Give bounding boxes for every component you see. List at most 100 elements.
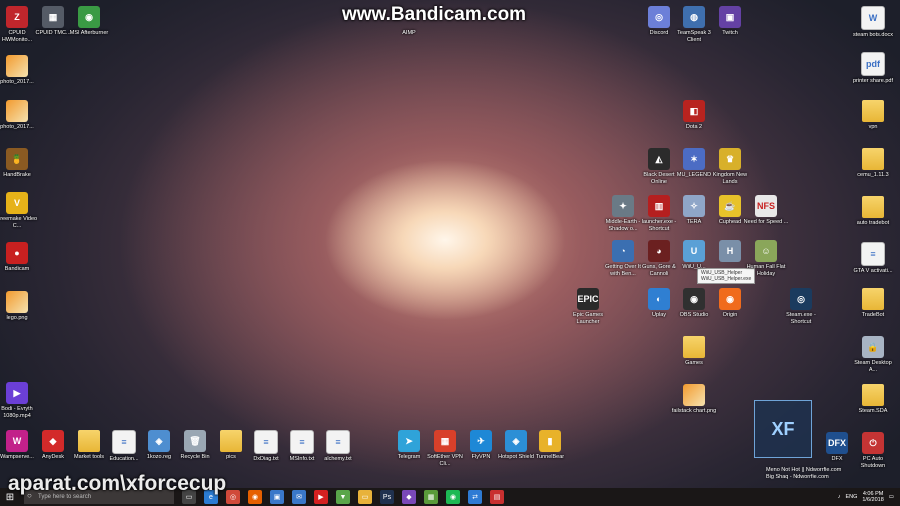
desktop-icon-label: cemu_1.11.3 <box>857 172 889 178</box>
photoshop-icon[interactable]: Ps <box>380 490 394 504</box>
printer-share-pdf-icon: pdf <box>861 52 885 76</box>
desktop-icon-tradebot[interactable]: TradeBot <box>853 288 893 319</box>
bandicam-watermark: www.Bandicam.com <box>342 4 527 25</box>
recycle-bin-icon: 🗑 <box>184 430 206 452</box>
tradebot-icon <box>862 288 884 310</box>
desktop-icon-label: Freemake Video C... <box>0 216 38 229</box>
desktop-icon-msi-afterburner[interactable]: ◉ MSI Afterburner <box>69 6 109 37</box>
speaker-icon[interactable]: ♪ <box>838 494 841 500</box>
desktop-icon-alchemy-txt[interactable]: ≡ alchemy.txt <box>318 430 358 463</box>
desktop-icon-aimp[interactable]: AIMP <box>389 6 429 37</box>
desktop-icon-photo-2017[interactable]: photo_2017... <box>0 55 37 86</box>
firefox-icon[interactable]: ◉ <box>248 490 262 504</box>
desktop-icon-label: Steam.SDA <box>858 408 888 414</box>
desktop-icon-softether-vpn-cli[interactable]: ▦ SoftEther VPN Cli... <box>425 430 465 468</box>
desktop-icon-gta-v-activati[interactable]: ≡ GTA V activati... <box>853 242 893 275</box>
youtube-icon[interactable]: ▶ <box>314 490 328 504</box>
desktop-icon-label: Bandicam <box>4 266 30 272</box>
desktop-icon-wiiu-u[interactable]: U WiiU_U... <box>674 240 714 271</box>
desktop-icon-label: Need for Speed ... <box>743 219 789 225</box>
desktop-icon-h[interactable]: H <box>710 240 750 264</box>
wampserve-icon: W <box>6 430 28 452</box>
desktop-icon-kingdom-new-lands[interactable]: ♛ Kingdom New Lands <box>710 148 750 186</box>
teamviewer-icon[interactable]: ⇄ <box>468 490 482 504</box>
steam-bots-docx-icon: W <box>861 6 885 30</box>
aimp-icon <box>398 6 420 28</box>
desktop-icon-label: HandBrake <box>3 172 31 178</box>
desktop-icon-handbrake[interactable]: 🍍 HandBrake <box>0 148 37 179</box>
desktop-icon-label: Kingdom New Lands <box>712 172 748 185</box>
black-desert-online-icon: ◭ <box>648 148 670 170</box>
store-icon[interactable]: ▣ <box>270 490 284 504</box>
desktop-icon-pc-auto-shutdown[interactable]: ⏻ PC Auto Shutdown <box>853 432 893 470</box>
failstack-chart-png-icon <box>683 384 705 406</box>
discord-icon: ◎ <box>648 6 670 28</box>
desktop-icon-vpn[interactable]: vpn <box>853 100 893 131</box>
desktop-icon-human-fall-flat-holiday[interactable]: ☺ Human Fall Flat Holiday <box>746 240 786 278</box>
desktop-icon-cpuid-hwmonito[interactable]: Z CPUID HWMonito... <box>0 6 37 44</box>
mail-icon[interactable]: ✉ <box>292 490 306 504</box>
spotify-icon[interactable]: ◉ <box>446 490 460 504</box>
desktop-icon-games[interactable]: Games <box>674 336 714 367</box>
desktop-icon-black-desert-online[interactable]: ◭ Black Desert Online <box>639 148 679 186</box>
desktop-icon-steam-bots-docx[interactable]: Wsteam bots.docx <box>853 6 893 39</box>
desktop-icon-auto-tradebot[interactable]: auto tradebot <box>853 196 893 227</box>
uplay-icon: ◐ <box>648 288 670 310</box>
obs-studio-icon: ◉ <box>683 288 705 310</box>
chrome-icon[interactable]: ◎ <box>226 490 240 504</box>
desktop-icon-freemake-video-c[interactable]: V Freemake Video C... <box>0 192 37 230</box>
desktop-icon-label: PC Auto Shutdown <box>860 456 886 469</box>
explorer-icon[interactable]: ▭ <box>358 490 372 504</box>
language-indicator[interactable]: ENG <box>845 494 857 500</box>
market-tools-icon <box>78 430 100 452</box>
desktop-icon-label: steam bots.docx <box>852 32 894 38</box>
desktop-icon-dota-2[interactable]: ◧ Dota 2 <box>674 100 714 131</box>
media-notification: Meno Not Hot || Ndworrfie.com Big Shaq -… <box>766 467 841 481</box>
desktop-icon-failstack-chart-png[interactable]: failstack chart.png <box>672 384 716 415</box>
alchemy-txt-icon: ≡ <box>326 430 350 454</box>
desktop-icon-steam-exe-shortcut[interactable]: ◎ Steam.exe - Shortcut <box>781 288 821 326</box>
desktop-icon-bandicam[interactable]: ● Bandicam <box>0 242 37 273</box>
desktop-icon-label: photo_2017... <box>0 79 34 85</box>
desktop-icon-label: Games <box>685 360 703 366</box>
gta-v-activati-icon: ≡ <box>861 242 885 266</box>
desktop-icon-tunnelbear[interactable]: ▮ TunnelBear <box>530 430 570 461</box>
pc-auto-shutdown-icon: ⏻ <box>862 432 884 454</box>
clock[interactable]: 4:06 PM 1/6/2018 <box>862 491 883 503</box>
desktop-icon-label: Origin <box>722 312 738 318</box>
dxdiag-txt-icon: ≡ <box>254 430 278 454</box>
desktop-icon-guns-gore-cannoli[interactable]: ◕ Guns, Gore & Cannoli <box>639 240 679 278</box>
human-fall-flat-holiday-icon: ☺ <box>755 240 777 262</box>
desktop-icon-printer-share-pdf[interactable]: pdf printer share.pdf <box>853 52 893 85</box>
notification-center-icon[interactable]: ▭ <box>889 494 894 500</box>
pdf-icon[interactable]: ▤ <box>490 490 504 504</box>
guns-gore-cannoli-icon: ◕ <box>648 240 670 262</box>
education-icon: ≡ <box>112 430 136 454</box>
desktop-icon-label: TunnelBear <box>535 454 565 460</box>
desktop-icon-photo-2017[interactable]: photo_2017... <box>0 100 37 131</box>
desktop-icon-need-for-speed[interactable]: NFS Need for Speed ... <box>743 195 789 226</box>
vs-icon[interactable]: ◆ <box>402 490 416 504</box>
desktop-icon-origin[interactable]: ◉ Origin <box>710 288 750 319</box>
desktop-icon-teamspeak-3-client[interactable]: ◍ TeamSpeak 3 Client <box>674 6 714 44</box>
desktop-icon-launcher-exe-shortcut[interactable]: ▥ launcher.exe - Shortcut <box>639 195 679 233</box>
handbrake-icon: 🍍 <box>6 148 28 170</box>
desktop-icon-label: Steam.exe - Shortcut <box>786 312 816 325</box>
desktop-icon-label: WiiU_U... <box>682 264 706 270</box>
desktop-icon-twitch[interactable]: ▣ Twitch <box>710 6 750 37</box>
epic-games-launcher-icon: EPIC <box>577 288 599 310</box>
need-for-speed-icon: NFS <box>755 195 777 217</box>
h-icon: H <box>719 240 741 262</box>
clock-date: 1/6/2018 <box>862 497 884 503</box>
desktop-icon-steam-sda[interactable]: Steam.SDA <box>853 384 893 415</box>
dfx-icon: DFX <box>826 432 848 454</box>
desktop-icon-steam-desktop-a[interactable]: 🔒 Steam Desktop A... <box>853 336 893 374</box>
cuphead-icon: ☕ <box>719 195 741 217</box>
cpuid-tmc-icon: ▦ <box>42 6 64 28</box>
desktop-icon-cemu-1-11-3[interactable]: cemu_1.11.3 <box>853 148 893 179</box>
desktop-icon-epic-games-launcher[interactable]: EPIC Epic Games Launcher <box>568 288 608 326</box>
desktop-icon-lego-png[interactable]: lego.png <box>0 291 37 322</box>
minecraft-icon[interactable]: ▦ <box>424 490 438 504</box>
desktop-icon-bodi-evryth-1080p-mp4[interactable]: ▶ Bodi - Evryth 1080p.mp4 <box>0 382 37 420</box>
vegas-icon[interactable]: ▼ <box>336 490 350 504</box>
